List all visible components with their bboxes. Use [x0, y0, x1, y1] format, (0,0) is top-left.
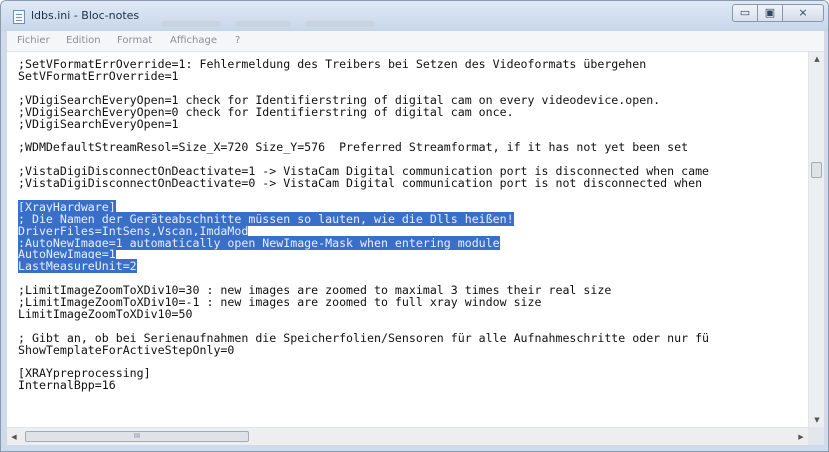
- notepad-app-icon: [13, 10, 25, 24]
- text-line: SetVFormatErrOverride=1: [18, 68, 179, 83]
- menu-bar: Fichier Edition Format Affichage ?: [7, 31, 824, 52]
- line-text: ;VDigiSearchEveryOpen=1: [18, 116, 179, 131]
- text-line: InternalBpp=16: [18, 378, 116, 393]
- minimize-button[interactable]: ▭: [732, 4, 758, 22]
- text-line: LimitImageZoomToXDiv10=50: [18, 306, 193, 321]
- text-line: ShowTemplateForActiveStepOnly=0: [18, 342, 235, 357]
- line-text: SetVFormatErrOverride=1: [18, 68, 179, 83]
- menu-edition[interactable]: Edition: [66, 35, 101, 46]
- window-title: ldbs.ini - Bloc-notes: [31, 9, 140, 22]
- vertical-scroll-thumb[interactable]: [811, 162, 822, 178]
- scroll-right-arrow-icon[interactable]: ▶: [794, 428, 808, 446]
- menu-affichage[interactable]: Affichage: [170, 35, 217, 46]
- scroll-down-arrow-icon[interactable]: ▼: [809, 413, 825, 427]
- title-bar[interactable]: ldbs.ini - Bloc-notes ▭ ▣ ⨯: [1, 1, 828, 31]
- scroll-up-arrow-icon[interactable]: ▲: [809, 52, 825, 66]
- selected-text: LastMeasureUnit=2: [18, 259, 137, 274]
- text-line: DriverFiles=IntSens,Vscan,ImdaMod: [18, 223, 249, 238]
- line-text: ShowTemplateForActiveStepOnly=0: [18, 342, 235, 357]
- horizontal-scrollbar[interactable]: ◀ III ▶: [7, 427, 808, 445]
- notepad-window: ldbs.ini - Bloc-notes ▭ ▣ ⨯ Fichier Edit…: [0, 0, 829, 452]
- menu-format[interactable]: Format: [117, 35, 152, 46]
- window-controls: ▭ ▣ ⨯: [732, 4, 824, 24]
- text-editor[interactable]: ;SetVFormatErrOverride=1: Fehlermeldung …: [7, 52, 808, 427]
- text-line: ;VistaDigiDisconnectOnDeactivate=0 -> Vi…: [18, 176, 703, 190]
- scroll-grip-icon: III: [133, 432, 141, 440]
- line-text: InternalBpp=16: [18, 378, 116, 393]
- text-line: ;WDMDefaultStreamResol=Size_X=720 Size_Y…: [18, 140, 689, 155]
- line-text: ;WDMDefaultStreamResol=Size_X=720 Size_Y…: [18, 140, 689, 155]
- blurred-taskbar-preview: [161, 12, 421, 27]
- menu-help[interactable]: ?: [235, 35, 240, 46]
- close-button[interactable]: ⨯: [782, 4, 824, 22]
- maximize-button[interactable]: ▣: [757, 4, 783, 22]
- line-text: LimitImageZoomToXDiv10=50: [18, 306, 193, 321]
- scroll-left-arrow-icon[interactable]: ◀: [7, 428, 21, 446]
- menu-fichier[interactable]: Fichier: [17, 35, 50, 46]
- line-text: ;VistaDigiDisconnectOnDeactivate=0 -> Vi…: [18, 176, 703, 190]
- text-line: ;VDigiSearchEveryOpen=1: [18, 116, 179, 131]
- vertical-scrollbar[interactable]: ▲ ▼: [808, 52, 824, 427]
- horizontal-scroll-thumb[interactable]: III: [25, 431, 249, 442]
- size-grip[interactable]: [808, 427, 824, 445]
- text-line: LastMeasureUnit=2: [18, 259, 137, 274]
